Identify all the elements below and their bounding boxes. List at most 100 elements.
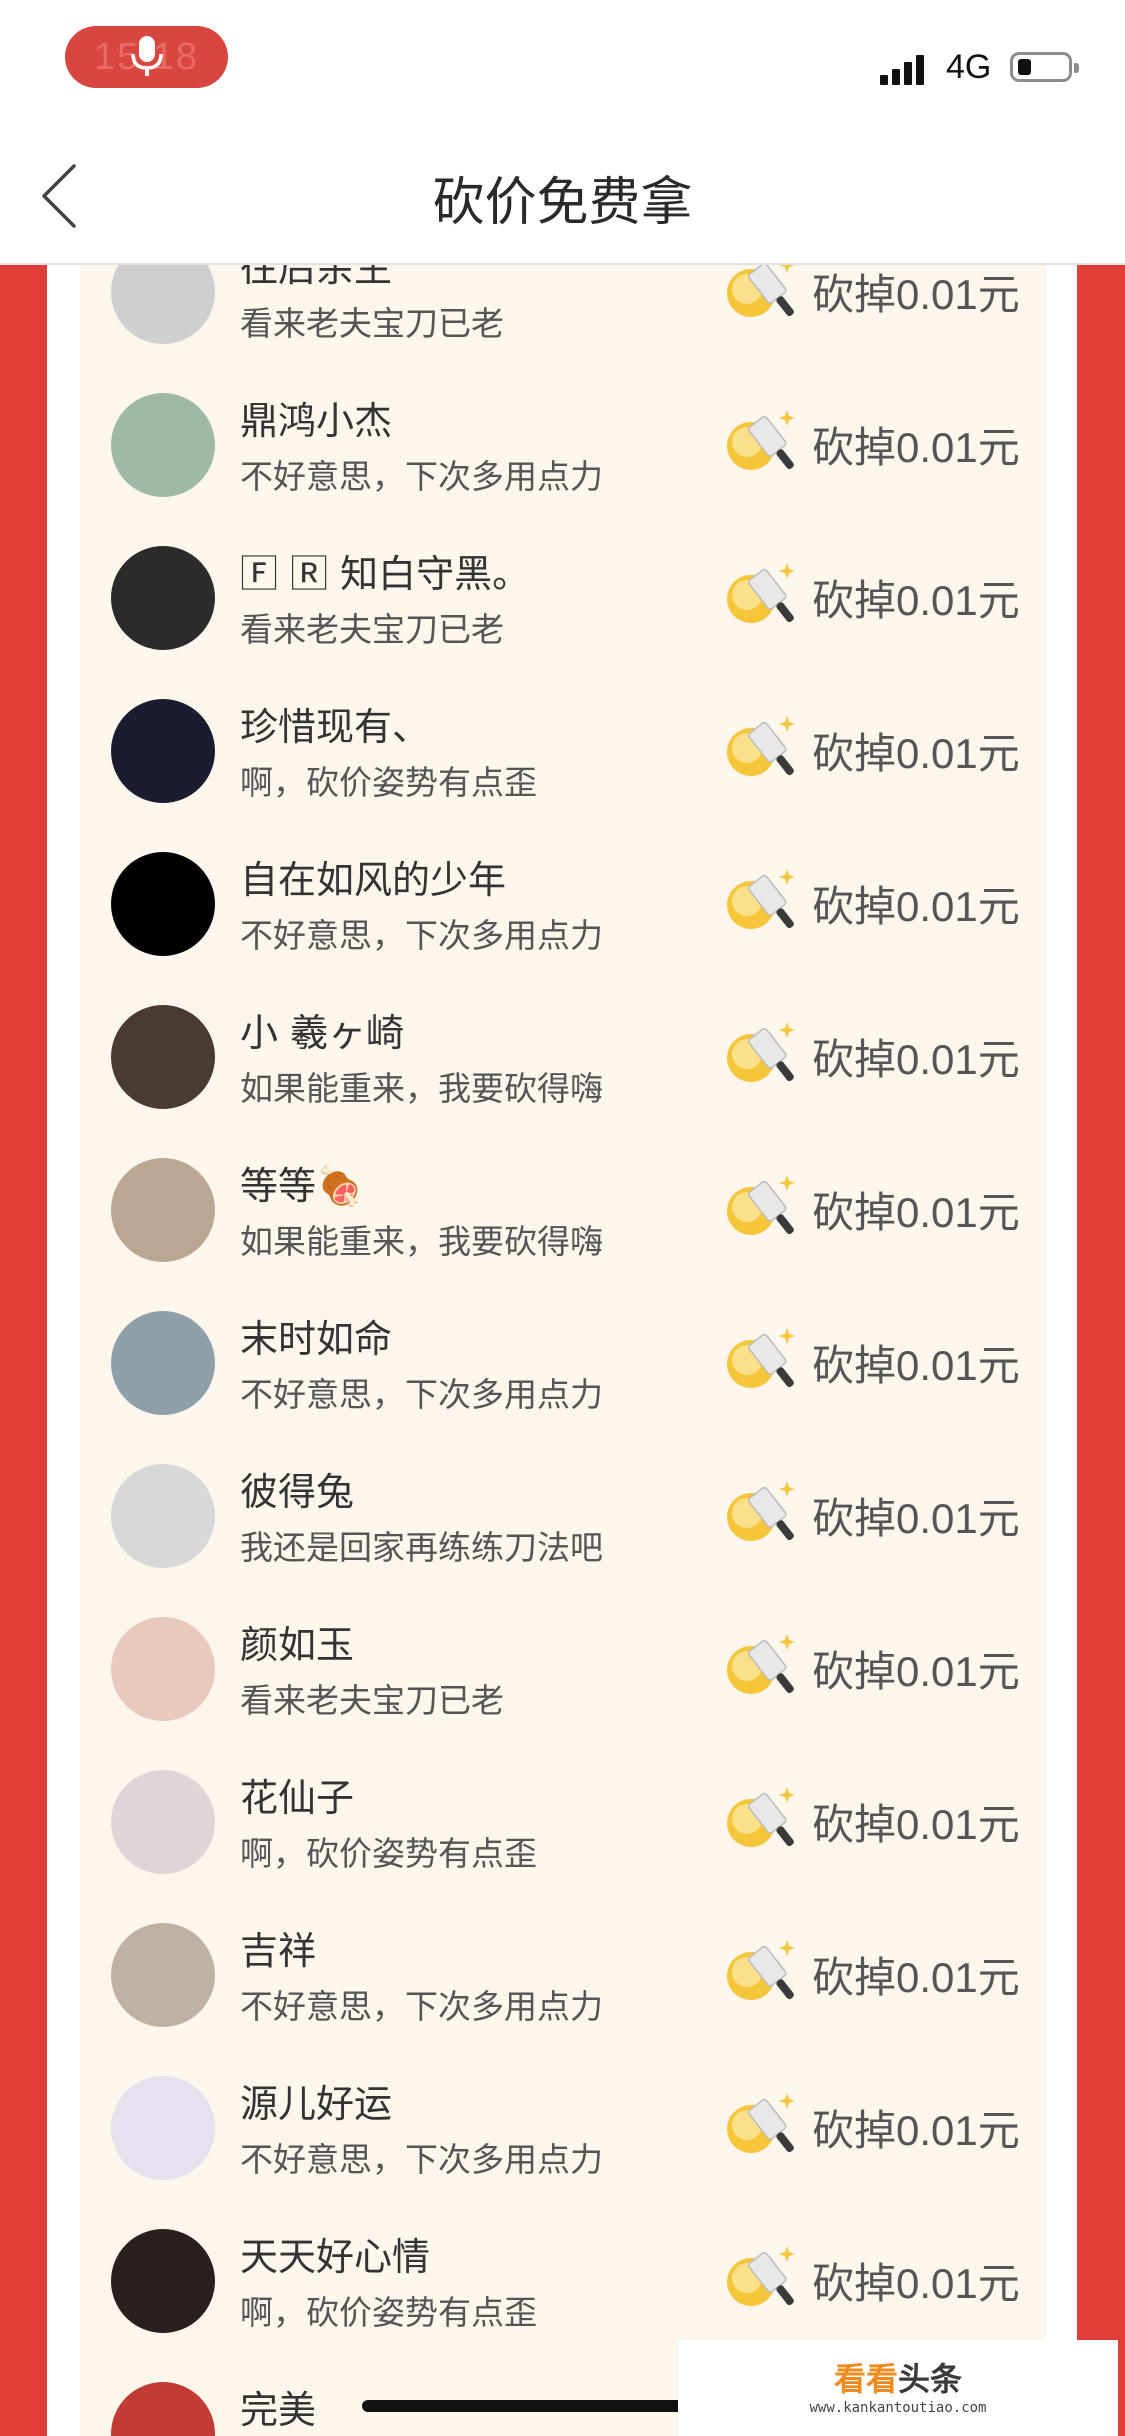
cleaver-coin-icon: [725, 402, 805, 482]
network-type: 4G: [946, 48, 992, 86]
watermark: 看看头条 www.kankantoutiao.com: [678, 2340, 1118, 2436]
helper-comment: 看来老夫宝刀已老: [240, 610, 504, 649]
list-item[interactable]: 末时如命不好意思，下次多用点力 砍掉0.01元: [80, 1274, 1046, 1427]
helper-name: 彼得兔: [240, 1470, 355, 1514]
list-item[interactable]: 等等🍖 如果能重来，我要砍得嗨 砍掉0.01元: [80, 1121, 1046, 1274]
bargain-amount: 砍掉0.01元: [812, 577, 1020, 624]
list-item[interactable]: 颜如玉看来老夫宝刀已老 砍掉0.01元: [80, 1580, 1046, 1733]
helper-comment: 如果能重来，我要砍得嗨: [240, 1222, 603, 1261]
helper-list-panel[interactable]: 往后余生 看来老夫宝刀已老 砍掉0.01元 鼎鸿小杰 不好意思，下次多用点力 砍掉0.01…: [80, 265, 1046, 2436]
helper-name: 自在如风的少年: [240, 858, 507, 902]
avatar[interactable]: [111, 393, 215, 497]
avatar[interactable]: [111, 2382, 215, 2436]
avatar[interactable]: [111, 1770, 215, 1874]
helper-name: 往后余生: [240, 265, 393, 290]
list-item[interactable]: 吉祥不好意思，下次多用点力 砍掉0.01元: [80, 1886, 1046, 2039]
avatar[interactable]: [111, 1158, 215, 1262]
watermark-url: www.kankantoutiao.com: [809, 2400, 987, 2416]
helper-comment: 看来老夫宝刀已老: [240, 304, 504, 343]
list-item[interactable]: 鼎鸿小杰不好意思，下次多用点力 砍掉0.01元: [80, 356, 1046, 509]
page-title: 砍价免费拿: [432, 173, 693, 233]
cleaver-coin-icon: [725, 265, 805, 329]
bargain-amount: 砍掉0.01元: [812, 2260, 1020, 2307]
bargain-amount: 砍掉0.01元: [812, 1954, 1020, 2001]
bargain-amount: 砍掉0.01元: [812, 1342, 1020, 1389]
cleaver-coin-icon: [725, 861, 805, 941]
helper-comment: 不好意思，下次多用点力: [240, 916, 603, 955]
bargain-amount: 砍掉0.01元: [812, 730, 1020, 777]
helper-name: 末时如命: [240, 1317, 393, 1361]
avatar[interactable]: [111, 1923, 215, 2027]
helper-comment: 不好意思，下次多用点力: [240, 1987, 603, 2026]
microphone-icon: [131, 36, 163, 76]
avatar[interactable]: [111, 852, 215, 956]
helper-name: 颜如玉: [240, 1623, 355, 1667]
bargain-amount: 砍掉0.01元: [812, 424, 1020, 471]
cleaver-coin-icon: [725, 2238, 805, 2318]
list-item[interactable]: 往后余生看来老夫宝刀已老 砍掉0.01元: [80, 265, 1046, 356]
list-item[interactable]: 源儿好运不好意思，下次多用点力 砍掉0.01元: [80, 2039, 1046, 2192]
avatar[interactable]: [111, 546, 215, 650]
cleaver-coin-icon: [725, 1626, 805, 1706]
helper-comment: 不好意思，下次多用点力: [240, 1375, 603, 1414]
helper-comment: 如果能重来，我要砍得嗨: [240, 1069, 603, 1108]
cleaver-coin-icon: [725, 1473, 805, 1553]
cleaver-coin-icon: [725, 1014, 805, 1094]
helper-name: 🄵 🅁 知白守黑。: [240, 552, 531, 596]
nav-bar: 砍价免费拿: [0, 120, 1125, 265]
cleaver-coin-icon: [725, 1167, 805, 1247]
list-item[interactable]: 小 羲ヶ崎如果能重来，我要砍得嗨 砍掉0.01元: [80, 968, 1046, 1121]
helper-comment: 我还是回家再练练刀法吧: [240, 1528, 603, 1567]
list-item[interactable]: 天天好心情啊，砍价姿势有点歪 砍掉0.01元: [80, 2192, 1046, 2345]
avatar[interactable]: [111, 1005, 215, 1109]
helper-name: 吉祥: [240, 1929, 317, 1973]
helper-comment: 啊，砍价姿势有点歪: [240, 1834, 537, 1873]
helper-comment: 啊，砍价姿势有点歪: [240, 763, 537, 802]
list-item[interactable]: 珍惜现有、啊，砍价姿势有点歪 砍掉0.01元: [80, 662, 1046, 815]
signal-strength-icon: [880, 53, 932, 85]
helper-comment: 看来老夫宝刀已老: [240, 1681, 504, 1720]
cleaver-coin-icon: [725, 2085, 805, 2165]
helper-name: 花仙子: [240, 1776, 355, 1820]
list-item[interactable]: 花仙子啊，砍价姿势有点歪 砍掉0.01元: [80, 1733, 1046, 1886]
cleaver-coin-icon: [725, 1779, 805, 1859]
helper-name: 珍惜现有、: [240, 705, 431, 749]
helper-name: 天天好心情: [240, 2235, 431, 2279]
helper-comment: 不好意思，下次多用点力: [240, 457, 603, 496]
list-item[interactable]: 彼得兔我还是回家再练练刀法吧 砍掉0.01元: [80, 1427, 1046, 1580]
helper-name: 小 羲ヶ崎: [240, 1011, 405, 1055]
bargain-amount: 砍掉0.01元: [812, 2107, 1020, 2154]
list-item[interactable]: 自在如风的少年不好意思，下次多用点力 砍掉0.01元: [80, 815, 1046, 968]
helper-name: 完美: [240, 2388, 317, 2432]
helper-comment: 不好意思，下次多用点力: [240, 2140, 603, 2179]
bargain-amount: 砍掉0.01元: [812, 1648, 1020, 1695]
bargain-amount: 砍掉0.01元: [812, 271, 1020, 318]
helper-name: 鼎鸿小杰: [240, 399, 393, 443]
cleaver-coin-icon: [725, 1320, 805, 1400]
helper-name: 源儿好运: [240, 2082, 393, 2126]
cleaver-coin-icon: [725, 1932, 805, 2012]
avatar[interactable]: [111, 265, 215, 344]
bargain-amount: 砍掉0.01元: [812, 1036, 1020, 1083]
watermark-brand: 看看头条: [833, 2360, 963, 2398]
helper-comment: 啊，砍价姿势有点歪: [240, 2293, 537, 2332]
avatar[interactable]: [111, 2229, 215, 2333]
avatar[interactable]: [111, 2076, 215, 2180]
cleaver-coin-icon: [725, 708, 805, 788]
bargain-amount: 砍掉0.01元: [812, 1801, 1020, 1848]
battery-icon: [1010, 52, 1079, 82]
list-item[interactable]: 🄵 🅁 知白守黑。看来老夫宝刀已老 砍掉0.01元: [80, 509, 1046, 662]
bargain-amount: 砍掉0.01元: [812, 1189, 1020, 1236]
cleaver-coin-icon: [725, 555, 805, 635]
avatar[interactable]: [111, 699, 215, 803]
avatar[interactable]: [111, 1617, 215, 1721]
avatar[interactable]: [111, 1311, 215, 1415]
content-area: 往后余生 看来老夫宝刀已老 砍掉0.01元 鼎鸿小杰 不好意思，下次多用点力 砍掉0.01…: [0, 265, 1125, 2436]
avatar[interactable]: [111, 1464, 215, 1568]
recording-indicator[interactable]: 15:18: [65, 26, 228, 88]
helper-list[interactable]: 往后余生 看来老夫宝刀已老 砍掉0.01元 鼎鸿小杰 不好意思，下次多用点力 砍掉0.01…: [80, 265, 1046, 2436]
status-bar: 15:18 4G: [0, 0, 1125, 120]
helper-name: 等等🍖: [240, 1164, 364, 1208]
bargain-amount: 砍掉0.01元: [812, 1495, 1020, 1542]
bargain-amount: 砍掉0.01元: [812, 883, 1020, 930]
